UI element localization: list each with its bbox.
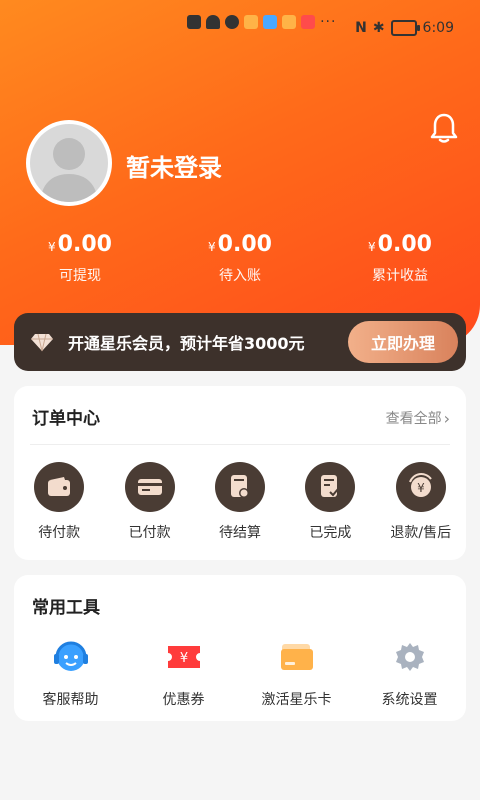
order-label: 已付款 bbox=[128, 525, 171, 541]
avatar[interactable] bbox=[26, 120, 112, 206]
tool-label: 优惠券 bbox=[162, 692, 205, 708]
common-tools-title: 常用工具 bbox=[32, 598, 100, 618]
diamond-icon bbox=[30, 330, 54, 354]
order-label: 待付款 bbox=[38, 525, 81, 541]
app-icon bbox=[244, 15, 259, 29]
order-center-title: 订单中心 bbox=[32, 409, 100, 429]
currency-symbol: ¥ bbox=[48, 240, 56, 254]
tool-label: 客服帮助 bbox=[42, 692, 99, 708]
tool-label: 系统设置 bbox=[381, 692, 438, 708]
divider bbox=[30, 444, 450, 445]
stat-label: 待入账 bbox=[219, 268, 261, 284]
stat-withdrawable[interactable]: ¥0.00 可提现 bbox=[0, 232, 160, 285]
more-icon: ··· bbox=[320, 14, 337, 30]
svg-text:¥: ¥ bbox=[417, 481, 425, 495]
stat-label: 累计收益 bbox=[372, 268, 428, 284]
earnings-stats: ¥0.00 可提现 ¥0.00 待入账 ¥0.00 累计收益 bbox=[0, 232, 480, 285]
card-icon bbox=[124, 462, 175, 512]
tool-settings[interactable]: 系统设置 bbox=[360, 637, 460, 709]
wechat-icon bbox=[225, 15, 240, 29]
order-completed[interactable]: 已完成 bbox=[287, 462, 373, 542]
stat-total-earnings[interactable]: ¥0.00 累计收益 bbox=[320, 232, 480, 285]
app-icon bbox=[282, 15, 297, 29]
gear-icon bbox=[390, 637, 430, 677]
order-center-card: 订单中心 查看全部 › 待付款 已付款 待结算 已完成 ¥ 退款/售后 bbox=[14, 386, 466, 560]
stat-value: 0.00 bbox=[57, 232, 112, 257]
currency-symbol: ¥ bbox=[368, 240, 376, 254]
vip-promo-text: 开通星乐会员，预计年省3000元 bbox=[68, 334, 305, 353]
status-bar: ··· N ✱ 6:09 bbox=[187, 14, 454, 42]
chevron-right-icon: › bbox=[443, 408, 450, 428]
nfc-icon: N bbox=[355, 20, 367, 36]
app-icon bbox=[301, 15, 316, 29]
view-all-label: 查看全部 bbox=[385, 411, 442, 427]
refund-icon: ¥ bbox=[395, 462, 446, 512]
stat-label: 可提现 bbox=[59, 268, 101, 284]
coupon-icon: ¥ bbox=[164, 637, 204, 677]
cloud-icon bbox=[263, 15, 278, 29]
order-to-settle[interactable]: 待结算 bbox=[197, 462, 283, 542]
battery-icon bbox=[390, 20, 420, 36]
order-label: 待结算 bbox=[218, 525, 261, 541]
tool-activate-card[interactable]: 激活星乐卡 bbox=[247, 637, 347, 709]
customer-service-icon bbox=[51, 637, 91, 677]
svg-text:¥: ¥ bbox=[179, 651, 187, 666]
wallet-icon bbox=[34, 462, 85, 512]
vip-banner[interactable]: 开通星乐会员，预计年省3000元 立即办理 bbox=[14, 313, 466, 371]
order-refund[interactable]: ¥ 退款/售后 bbox=[378, 462, 464, 542]
common-tools-card: 常用工具 客服帮助 ¥ 优惠券 激活星乐卡 系统设置 bbox=[14, 575, 466, 721]
order-label: 已完成 bbox=[309, 525, 352, 541]
view-all-orders-link[interactable]: 查看全部 › bbox=[386, 408, 450, 428]
currency-symbol: ¥ bbox=[208, 240, 216, 254]
stat-value: 0.00 bbox=[217, 232, 272, 257]
stat-pending[interactable]: ¥0.00 待入账 bbox=[160, 232, 320, 285]
login-status-label[interactable]: 暂未登录 bbox=[126, 148, 222, 183]
notification-icons: ··· bbox=[187, 14, 336, 30]
order-pending-payment[interactable]: 待付款 bbox=[16, 462, 102, 542]
tool-customer-service[interactable]: 客服帮助 bbox=[21, 637, 121, 709]
notification-bell-icon[interactable] bbox=[430, 112, 458, 144]
settlement-icon bbox=[214, 462, 265, 512]
wifi-icon bbox=[206, 15, 221, 29]
bluetooth-icon: ✱ bbox=[372, 20, 385, 36]
alert-icon bbox=[187, 15, 202, 29]
order-label: 退款/售后 bbox=[390, 525, 452, 541]
membership-card-icon bbox=[277, 637, 317, 677]
completed-icon bbox=[305, 462, 356, 512]
status-time: 6:09 bbox=[422, 20, 454, 36]
vip-apply-button[interactable]: 立即办理 bbox=[348, 321, 458, 363]
order-paid[interactable]: 已付款 bbox=[107, 462, 193, 542]
tool-coupon[interactable]: ¥ 优惠券 bbox=[134, 637, 234, 709]
stat-value: 0.00 bbox=[377, 232, 432, 257]
tool-label: 激活星乐卡 bbox=[261, 692, 332, 708]
